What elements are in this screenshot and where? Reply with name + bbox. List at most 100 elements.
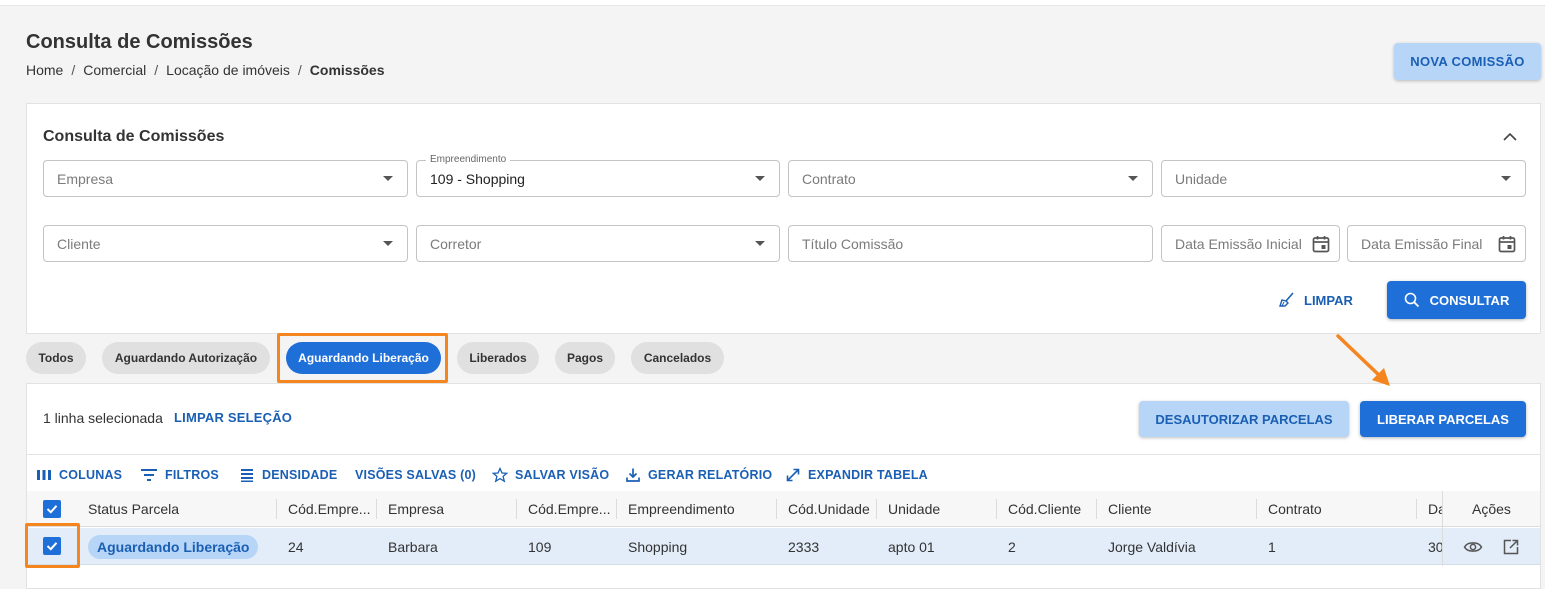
- cliente-placeholder: Cliente: [57, 236, 101, 252]
- filters-label: FILTROS: [165, 468, 219, 482]
- clear-selection-link[interactable]: LIMPAR SELEÇÃO: [174, 410, 292, 425]
- column-separator[interactable]: [276, 499, 277, 519]
- column-header-cod-empreendimento[interactable]: Cód.Empre...: [528, 501, 614, 517]
- status-badge: Aguardando Liberação: [88, 535, 259, 559]
- tab-aguardando-autorizacao[interactable]: Aguardando Autorização: [102, 342, 270, 374]
- calendar-icon[interactable]: [1311, 234, 1331, 254]
- column-separator[interactable]: [1096, 499, 1097, 519]
- chevron-up-icon[interactable]: [1501, 128, 1519, 146]
- actions-column-divider: [1442, 491, 1541, 566]
- column-header-cod-empresa[interactable]: Cód.Empre...: [288, 501, 374, 517]
- filter-icon: [141, 469, 157, 481]
- empreendimento-select[interactable]: Empreendimento 109 - Shopping: [416, 154, 780, 197]
- column-header-empresa[interactable]: Empresa: [388, 501, 508, 517]
- cell-cod-unidade: 2333: [788, 539, 820, 555]
- column-separator[interactable]: [776, 499, 777, 519]
- empresa-select[interactable]: Empresa: [43, 160, 408, 197]
- cell-cliente: Jorge Valdívia: [1108, 539, 1196, 555]
- deauthorize-installments-button[interactable]: DESAUTORIZAR PARCELAS: [1139, 401, 1349, 437]
- tab-cancelados[interactable]: Cancelados: [631, 342, 724, 374]
- tab-liberados[interactable]: Liberados: [457, 342, 539, 374]
- column-separator[interactable]: [1256, 499, 1257, 519]
- empresa-placeholder: Empresa: [57, 171, 114, 187]
- column-header-data[interactable]: Da: [1428, 501, 1442, 517]
- contrato-select[interactable]: Contrato: [788, 160, 1153, 197]
- results-panel: 1 linha selecionada LIMPAR SELEÇÃO DESAU…: [26, 383, 1541, 589]
- save-view-button[interactable]: SALVAR VISÃO: [492, 466, 609, 484]
- top-bar: [0, 0, 1545, 6]
- expand-table-label: EXPANDIR TABELA: [808, 468, 928, 482]
- new-commission-button[interactable]: NOVA COMISSÃO: [1394, 43, 1541, 80]
- column-separator[interactable]: [996, 499, 997, 519]
- caret-down-icon: [755, 241, 765, 246]
- filter-panel-title: Consulta de Comissões: [43, 128, 225, 145]
- table-header: Status Parcela Cód.Empre... Empresa Cód.…: [27, 491, 1540, 527]
- columns-button[interactable]: COLUNAS: [36, 466, 122, 484]
- density-icon: [241, 469, 253, 482]
- calendar-icon[interactable]: [1497, 234, 1517, 254]
- empreendimento-label: Empreendimento: [426, 154, 511, 165]
- column-separator[interactable]: [1416, 499, 1417, 519]
- column-header-unidade[interactable]: Unidade: [888, 501, 998, 517]
- select-all-checkbox[interactable]: [43, 500, 61, 518]
- release-installments-button[interactable]: LIBERAR PARCELAS: [1360, 401, 1526, 437]
- highlight-box-checkbox: [25, 523, 80, 568]
- column-header-empreendimento[interactable]: Empreendimento: [628, 501, 768, 517]
- search-button[interactable]: CONSULTAR: [1387, 281, 1526, 319]
- breadcrumb-separator: /: [154, 62, 159, 78]
- clear-filters-button[interactable]: LIMPAR: [1278, 282, 1353, 318]
- highlight-box-tab: [277, 333, 448, 383]
- cell-contrato: 1: [1268, 539, 1276, 555]
- expand-table-button[interactable]: EXPANDIR TABELA: [785, 466, 928, 484]
- cell-cod-cliente: 2: [1008, 539, 1016, 555]
- column-separator[interactable]: [616, 499, 617, 519]
- column-separator[interactable]: [376, 499, 377, 519]
- density-label: DENSIDADE: [262, 468, 338, 482]
- density-button[interactable]: DENSIDADE: [239, 466, 337, 484]
- breadcrumb-separator: /: [71, 62, 76, 78]
- tab-todos[interactable]: Todos: [26, 342, 86, 374]
- caret-down-icon: [383, 176, 393, 181]
- column-separator[interactable]: [516, 499, 517, 519]
- page-title: Consulta de Comissões: [26, 31, 253, 53]
- breadcrumb-locacao[interactable]: Locação de imóveis: [166, 62, 290, 78]
- data-emissao-inicial-input[interactable]: Data Emissão Inicial: [1161, 225, 1340, 262]
- breadcrumb-home[interactable]: Home: [26, 62, 63, 78]
- caret-down-icon: [1128, 176, 1138, 181]
- column-header-cod-unidade[interactable]: Cód.Unidade: [788, 501, 878, 517]
- cliente-select[interactable]: Cliente: [43, 225, 408, 262]
- tab-pagos[interactable]: Pagos: [555, 342, 615, 374]
- expand-icon: [786, 468, 800, 482]
- caret-down-icon: [755, 176, 765, 181]
- column-header-cliente[interactable]: Cliente: [1108, 501, 1248, 517]
- cell-empreendimento: Shopping: [628, 539, 688, 555]
- corretor-placeholder: Corretor: [430, 236, 482, 252]
- broom-icon: [1279, 292, 1294, 307]
- unidade-select[interactable]: Unidade: [1161, 160, 1526, 197]
- column-header-cod-cliente[interactable]: Cód.Cliente: [1008, 501, 1098, 517]
- check-icon: [46, 505, 58, 514]
- data-final-placeholder: Data Emissão Final: [1361, 236, 1483, 252]
- data-emissao-final-input[interactable]: Data Emissão Final: [1347, 225, 1526, 262]
- selection-count: 1 linha selecionada: [43, 410, 163, 426]
- column-separator[interactable]: [876, 499, 877, 519]
- columns-label: COLUNAS: [59, 468, 123, 482]
- generate-report-button[interactable]: GERAR RELATÓRIO: [625, 466, 772, 484]
- column-header-status[interactable]: Status Parcela: [88, 501, 268, 517]
- breadcrumb: Home / Comercial / Locação de imóveis / …: [26, 62, 385, 78]
- contrato-placeholder: Contrato: [802, 171, 856, 187]
- annotation-arrow-icon: [1336, 334, 1390, 386]
- column-header-contrato[interactable]: Contrato: [1268, 501, 1408, 517]
- cell-unidade: apto 01: [888, 539, 935, 555]
- star-icon: [492, 467, 508, 483]
- save-view-label: SALVAR VISÃO: [515, 468, 610, 482]
- titulo-comissao-input[interactable]: Título Comissão: [788, 225, 1153, 262]
- breadcrumb-comercial[interactable]: Comercial: [83, 62, 146, 78]
- filters-button[interactable]: FILTROS: [140, 466, 219, 484]
- corretor-select[interactable]: Corretor: [416, 225, 780, 262]
- search-button-label: CONSULTAR: [1429, 292, 1510, 308]
- breadcrumb-current: Comissões: [309, 62, 385, 78]
- table-row[interactable]: Aguardando Liberação 24 Barbara 109 Shop…: [27, 528, 1540, 565]
- saved-views-button[interactable]: VISÕES SALVAS (0): [355, 466, 476, 484]
- cell-cod-empreendimento: 109: [528, 539, 552, 555]
